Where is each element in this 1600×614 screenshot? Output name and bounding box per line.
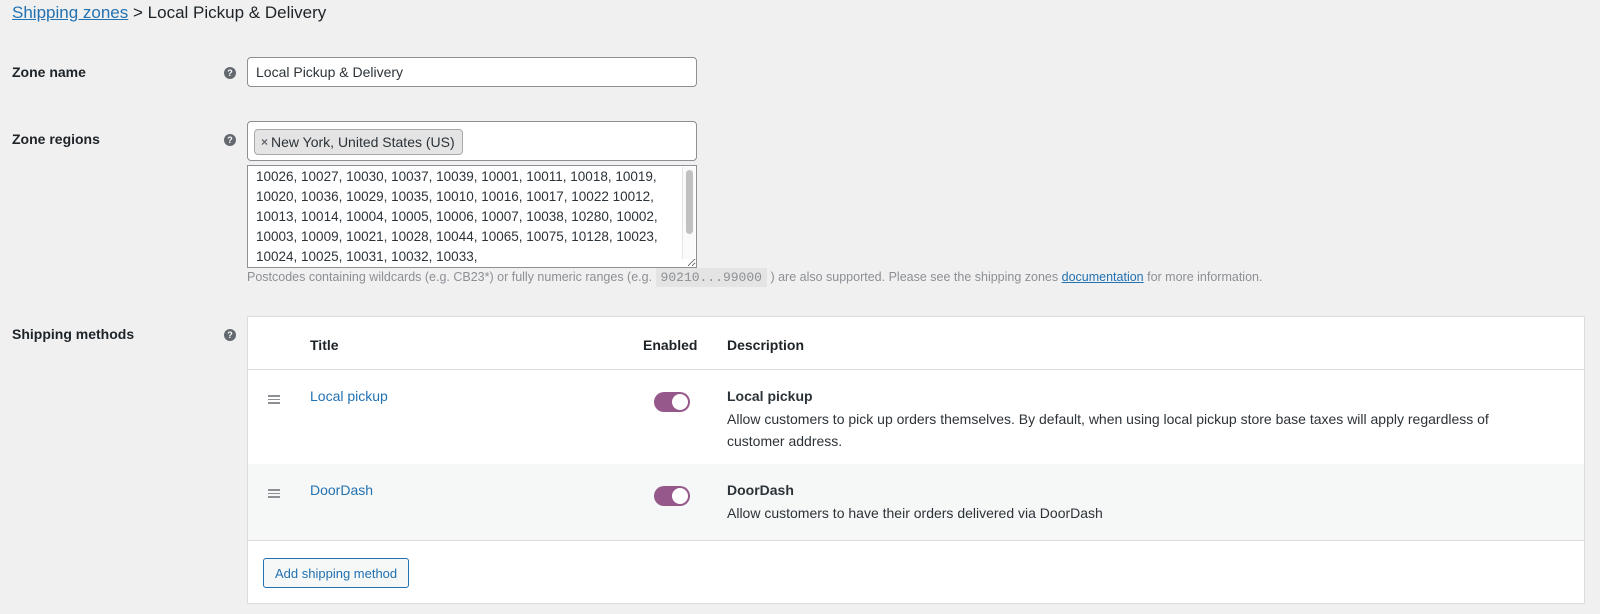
scrollbar-thumb[interactable]	[686, 170, 693, 234]
method-title-link[interactable]: DoorDash	[310, 482, 373, 498]
shipping-methods-table: Title Enabled Description Local pickup L…	[247, 316, 1585, 604]
hint-code: 90210...99000	[655, 268, 767, 287]
breadcrumb-shipping-zones-link[interactable]: Shipping zones	[12, 3, 128, 22]
zone-name-label: Zone name	[12, 64, 86, 80]
postcodes-scrollbar[interactable]	[682, 167, 695, 259]
breadcrumb: Shipping zones > Local Pickup & Delivery	[12, 3, 326, 23]
question-icon[interactable]: ?	[224, 67, 236, 79]
breadcrumb-current: Local Pickup & Delivery	[147, 3, 327, 22]
zone-regions-label: Zone regions	[12, 131, 100, 147]
postcodes-textarea[interactable]: 10026, 10027, 10030, 10037, 10039, 10001…	[247, 165, 697, 268]
postcodes-hint: Postcodes containing wildcards (e.g. CB2…	[247, 268, 1263, 287]
zone-regions-select[interactable]: × New York, United States (US)	[247, 121, 697, 161]
question-icon[interactable]: ?	[224, 134, 236, 146]
drag-handle-icon[interactable]	[268, 395, 280, 404]
enabled-toggle[interactable]	[654, 486, 690, 506]
region-chip-label: New York, United States (US)	[271, 134, 455, 150]
method-description-title: DoorDash	[727, 482, 794, 498]
hint-text: ) are also supported. Please see the shi…	[770, 270, 1059, 284]
remove-icon[interactable]: ×	[261, 135, 268, 149]
method-description-text: Allow customers to have their orders del…	[727, 505, 1103, 521]
add-shipping-method-button[interactable]: Add shipping method	[263, 558, 410, 588]
table-row: Local pickup Local pickup Allow customer…	[248, 370, 1584, 464]
table-row: DoorDash DoorDash Allow customers to hav…	[248, 464, 1584, 540]
enabled-toggle[interactable]	[654, 392, 690, 412]
hint-text: for more information.	[1147, 270, 1263, 284]
column-header-enabled: Enabled	[643, 337, 698, 353]
method-description: Local pickup Allow customers to pick up …	[727, 385, 1544, 452]
column-header-title: Title	[310, 337, 339, 353]
question-icon[interactable]: ?	[224, 329, 236, 341]
zone-name-input[interactable]	[247, 57, 697, 87]
hint-text: Postcodes containing wildcards (e.g. CB2…	[247, 270, 653, 284]
documentation-link[interactable]: documentation	[1062, 270, 1144, 284]
divider	[248, 540, 1584, 541]
column-header-description: Description	[727, 337, 805, 353]
method-title-link[interactable]: Local pickup	[310, 388, 388, 404]
shipping-methods-label: Shipping methods	[12, 326, 135, 342]
method-description-text: Allow customers to pick up orders themse…	[727, 411, 1489, 449]
method-description-title: Local pickup	[727, 388, 813, 404]
method-description: DoorDash Allow customers to have their o…	[727, 479, 1544, 524]
drag-handle-icon[interactable]	[268, 489, 280, 498]
region-chip: × New York, United States (US)	[254, 129, 463, 155]
breadcrumb-separator: >	[133, 3, 143, 22]
